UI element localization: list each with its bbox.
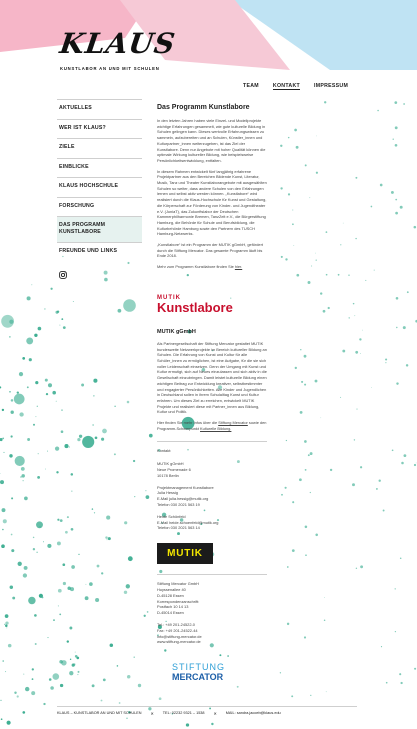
separator-icon: ✕ [213, 712, 217, 716]
more-info-paragraph: Mehr zum Programm Kunstlabore finden Sie… [157, 264, 267, 270]
nav-team[interactable]: TEAM [243, 83, 259, 90]
partners-paragraph: In diesem Rahmen entwickelt fünf langjäh… [157, 168, 267, 237]
divider [157, 574, 267, 576]
top-navigation: TEAM KONTAKT IMPRESSUM [243, 83, 348, 90]
more-info-text: Mehr zum Programm Kunstlabore finden Sie [157, 264, 235, 270]
contact-person-2: Heide Schönfeld E-Mail heide.schoenfeld@… [157, 514, 267, 531]
sidebar-item-ziele[interactable]: ZIELE [57, 138, 142, 158]
mutik-logo: MUTIK [157, 543, 213, 565]
mercator-logo-top: STIFTUNG [172, 662, 225, 673]
section-title-mutik: MUTIK gGmbH [157, 328, 196, 335]
contact-line: D-45014 Essen [157, 610, 184, 616]
footer-tel: TEL: 02232 9321 – 1538 [162, 711, 205, 715]
stiftung-mercator-logo: STIFTUNG MERCATOR [172, 662, 267, 683]
instagram-icon[interactable] [57, 262, 142, 288]
more-info-link[interactable]: hier. [235, 264, 242, 269]
sidebar-item-einblicke[interactable]: EINBLICKE [57, 157, 142, 178]
contact-org: MUTIK gGmbH Neue Promenade 6 10178 Berli… [157, 461, 267, 478]
contact-section: Kontakt: MUTIK gGmbH Neue Promenade 6 10… [157, 448, 267, 682]
sidebar-item-freunde-und-links[interactable]: FREUNDE UND LINKS [57, 242, 142, 262]
mercator-address: Stiftung Mercator GmbH Huyssenallee 40 D… [157, 581, 267, 616]
website-link[interactable]: www.stiftung-mercator.de [157, 639, 267, 645]
sidebar-item-wer-ist-klaus[interactable]: WER IST KLAUS? [57, 118, 142, 139]
contact-line: Telefon 030 2021 563 14 [157, 525, 200, 531]
contact-line: Telefon 030 2021 563 19 [157, 502, 200, 507]
divider [157, 441, 267, 443]
nav-impressum[interactable]: IMPRESSUM [314, 83, 348, 90]
footer-org: KLAUS – KUNSTLABOR AN UND MIT SCHULEN [57, 711, 142, 715]
logo-wordmark: KLAUS [57, 27, 178, 60]
contact-line: 10178 Berlin [157, 472, 179, 478]
logo-subtitle: KUNSTLABOR AN UND MIT SCHULEN [60, 66, 160, 71]
kunstlabore-logo: MUTIK Kunstlabore [157, 295, 267, 315]
stiftung-mercator-link[interactable]: Stiftung Mercator [218, 420, 248, 425]
program-paragraph: „Kunstlabore“ ist ein Programm der MUTIK… [157, 242, 263, 259]
mercator-info-paragraph: Hier finden Sie mehr Infos über die Stif… [157, 420, 267, 431]
sidebar-item-programm-kunstlabore[interactable]: DAS PROGRAMM KUNSTLABORE [57, 216, 142, 242]
kunstlabore-logo-wordmark: Kunstlabore [157, 299, 233, 315]
nav-kontakt[interactable]: KONTAKT [272, 83, 300, 90]
mutik-paragraph: Als Partnergesellschaft der Stiftung Mer… [157, 340, 267, 415]
kulturelle-bildung-link[interactable]: Kulturelle Bildung. [200, 426, 231, 431]
sidebar-item-aktuelles[interactable]: AKTUELLES [57, 99, 142, 119]
mercator-info-text-1: Hier finden Sie mehr Infos über die [157, 420, 219, 426]
intro-paragraph: In den letzten Jahren haben viele Einzel… [157, 118, 266, 163]
mutik-logo-text: MUTIK [167, 547, 203, 559]
sidebar-item-klaus-hochschule[interactable]: KLAUS HOCHSCHULE [57, 177, 142, 197]
site-logo[interactable]: KLAUS KUNSTLABOR AN UND MIT SCHULEN [57, 27, 178, 71]
page-title: Das Programm Kunstlabore [157, 104, 250, 111]
mercator-contact: Tel.: +49 201-24522-0 Fax: +49 201-24522… [157, 622, 267, 645]
mercator-logo-bottom: MERCATOR [172, 672, 224, 683]
site-footer: KLAUS – KUNSTLABOR AN UND MIT SCHULEN ✕ … [57, 706, 357, 716]
contact-person: Projektmanagement Kunstlabore Julia Hess… [157, 485, 267, 508]
separator-icon: ✕ [150, 712, 154, 716]
sidebar-navigation: AKTUELLES WER IST KLAUS? ZIELE EINBLICKE… [57, 99, 142, 288]
contact-label: Kontakt: [157, 448, 172, 454]
sidebar-item-forschung[interactable]: FORSCHUNG [57, 196, 142, 217]
main-content: Das Programm Kunstlabore In den letzten … [157, 104, 267, 682]
footer-mail[interactable]: MAIL: sandra.jacoeb@klaus.edu [226, 711, 281, 716]
